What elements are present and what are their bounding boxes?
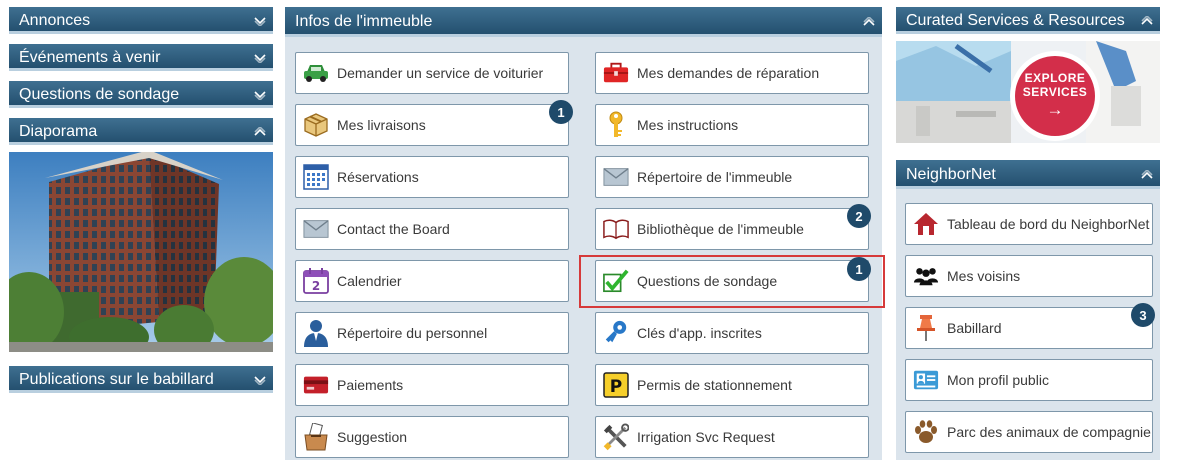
toolbox-icon <box>603 60 629 86</box>
tile-label: Parc des animaux de compagnie <box>947 424 1151 440</box>
pushpin-icon <box>913 315 939 341</box>
svg-text:P: P <box>610 377 622 397</box>
diaporama-header[interactable]: Diaporama <box>9 118 273 145</box>
tile-label: Réservations <box>337 169 419 185</box>
tile-staff-directory[interactable]: Répertoire du personnel <box>295 312 569 354</box>
chevron-up-icon <box>862 7 876 37</box>
annonces-title: Annonces <box>19 12 91 29</box>
tile-irrigation[interactable]: Irrigation Svc Request <box>595 416 869 458</box>
tools-icon <box>603 423 629 451</box>
infos-title: Infos de l'immeuble <box>295 13 433 30</box>
credit-card-icon <box>303 372 329 398</box>
tile-label: Mes instructions <box>637 117 739 133</box>
curated-banner[interactable]: EXPLORE SERVICES → <box>896 41 1160 143</box>
car-icon <box>303 60 329 86</box>
tile-calendar[interactable]: 2 Calendrier <box>295 260 569 302</box>
deliveries-badge: 1 <box>549 100 573 124</box>
person-icon <box>303 320 329 347</box>
survey-badge: 1 <box>847 257 871 281</box>
diaporama-title: Diaporama <box>19 123 98 140</box>
chevron-down-icon <box>253 44 267 71</box>
tile-suggestion[interactable]: Suggestion <box>295 416 569 458</box>
chevron-up-icon <box>1140 7 1154 34</box>
infos-header[interactable]: Infos de l'immeuble <box>285 7 882 37</box>
parking-icon: P <box>603 372 629 398</box>
tile-building-directory[interactable]: Répertoire de l'immeuble <box>595 156 869 198</box>
calendar-grid-icon <box>303 164 329 190</box>
chevron-up-icon <box>253 118 267 145</box>
cta-line2: SERVICES <box>1022 85 1088 99</box>
tile-label: Répertoire du personnel <box>337 325 488 341</box>
book-icon <box>603 216 629 242</box>
tile-label: Permis de stationnement <box>637 377 792 393</box>
chevron-down-icon <box>253 366 267 393</box>
paw-icon <box>913 419 939 445</box>
infos-panel-body: Demander un service de voiturier Mes dem… <box>285 37 885 460</box>
bulletin-badge: 3 <box>1131 303 1155 327</box>
tile-repair-requests[interactable]: Mes demandes de réparation <box>595 52 869 94</box>
tile-contact-board[interactable]: Contact the Board <box>295 208 569 250</box>
tile-label: Mes demandes de réparation <box>637 65 820 81</box>
tile-label: Irrigation Svc Request <box>637 429 775 445</box>
arrow-right-icon: → <box>1046 100 1064 119</box>
svg-text:2: 2 <box>312 279 320 293</box>
tile-valet[interactable]: Demander un service de voiturier <box>295 52 569 94</box>
tile-label: Mes voisins <box>947 268 1021 284</box>
tile-label: Mes livraisons <box>337 117 426 133</box>
library-badge: 2 <box>847 204 871 228</box>
tile-label: Suggestion <box>337 429 408 445</box>
slideshow-image[interactable] <box>9 152 273 352</box>
neighbornet-header[interactable]: NeighborNet <box>896 160 1160 189</box>
publications-header[interactable]: Publications sur le babillard <box>9 366 273 393</box>
tile-label: Mon profil public <box>947 372 1049 388</box>
tile-label: Babillard <box>947 320 1002 336</box>
tile-public-profile[interactable]: Mon profil public <box>905 359 1153 401</box>
tile-label: Tableau de bord du NeighborNet <box>947 216 1150 232</box>
tile-pet-park[interactable]: Parc des animaux de compagnie <box>905 411 1153 453</box>
annonces-header[interactable]: Annonces <box>9 7 273 34</box>
tile-label: Paiements <box>337 377 404 393</box>
curated-header[interactable]: Curated Services & Resources <box>896 7 1160 34</box>
tile-label: Bibliothèque de l'immeuble <box>637 221 804 237</box>
package-icon <box>303 112 329 138</box>
tile-label: Calendrier <box>337 273 402 289</box>
chevron-down-icon <box>253 7 267 34</box>
tile-parking-permit[interactable]: P Permis de stationnement <box>595 364 869 406</box>
evenements-header[interactable]: Événements à venir <box>9 44 273 71</box>
calendar-icon: 2 <box>303 268 329 294</box>
people-icon <box>913 263 939 289</box>
tile-label: Contact the Board <box>337 221 450 237</box>
tile-label: Demander un service de voiturier <box>337 65 544 81</box>
tile-instructions[interactable]: Mes instructions <box>595 104 869 146</box>
chevron-down-icon <box>253 81 267 108</box>
tile-bulletin-board[interactable]: Babillard <box>905 307 1153 349</box>
envelope-icon <box>303 216 329 242</box>
questions-header[interactable]: Questions de sondage <box>9 81 273 108</box>
key-icon <box>603 111 629 138</box>
tile-label: Clés d'app. inscrites <box>637 325 762 341</box>
envelope-icon <box>603 164 629 190</box>
tile-deliveries[interactable]: Mes livraisons <box>295 104 569 146</box>
tile-building-library[interactable]: Bibliothèque de l'immeuble <box>595 208 869 250</box>
key-fob-icon <box>603 320 629 346</box>
cta-line1: EXPLORE <box>1024 71 1086 85</box>
publications-title: Publications sur le babillard <box>19 371 214 388</box>
chevron-up-icon <box>1140 160 1154 189</box>
survey-highlight-box <box>579 255 885 308</box>
neighbornet-panel-body: Tableau de bord du NeighborNet Mes voisi… <box>896 189 1160 460</box>
house-icon <box>913 211 939 237</box>
tile-payments[interactable]: Paiements <box>295 364 569 406</box>
tile-label: Répertoire de l'immeuble <box>637 169 793 185</box>
tile-registered-keys[interactable]: Clés d'app. inscrites <box>595 312 869 354</box>
explore-services-button[interactable]: EXPLORE SERVICES → <box>1015 56 1095 136</box>
ballot-box-icon <box>303 423 329 451</box>
tile-reservations[interactable]: Réservations <box>295 156 569 198</box>
tile-neighbornet-dashboard[interactable]: Tableau de bord du NeighborNet <box>905 203 1153 245</box>
neighbornet-title: NeighborNet <box>906 166 996 183</box>
evenements-title: Événements à venir <box>19 49 161 66</box>
curated-title: Curated Services & Resources <box>906 12 1125 29</box>
tile-my-neighbors[interactable]: Mes voisins <box>905 255 1153 297</box>
profile-card-icon <box>913 367 939 393</box>
questions-title: Questions de sondage <box>19 86 180 103</box>
